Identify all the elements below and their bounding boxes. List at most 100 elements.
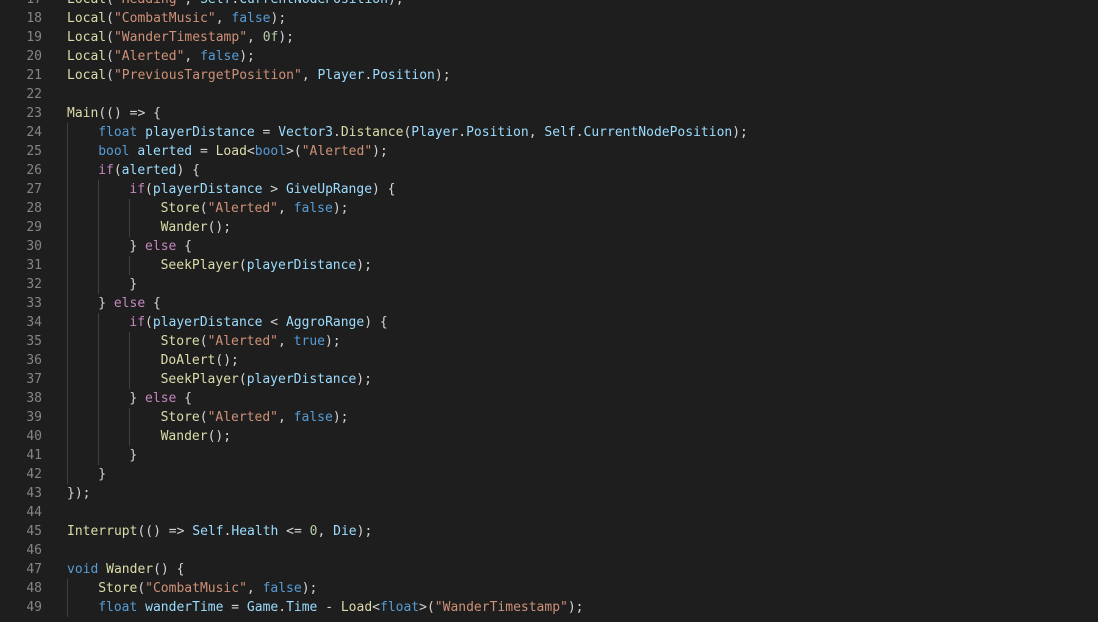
code-token: . xyxy=(458,125,467,140)
code-token: false xyxy=(293,201,333,216)
code-line[interactable]: 18 Local("CombatMusic", false); xyxy=(0,9,1098,28)
code-token: . xyxy=(333,125,341,140)
code-line[interactable]: 34 if(playerDistance < AggroRange) { xyxy=(0,313,1098,332)
code-token: "WanderTimestamp" xyxy=(434,600,568,615)
code-line[interactable]: 40 Wander(); xyxy=(0,427,1098,446)
code-token: ( xyxy=(238,258,247,273)
indent-guide xyxy=(98,446,100,465)
code-token: = xyxy=(223,600,247,615)
code-token: , xyxy=(317,524,334,539)
code-text: if(playerDistance < AggroRange) { xyxy=(129,313,387,332)
code-token: (() => { xyxy=(98,106,161,121)
code-line[interactable]: 21 Local("PreviousTargetPosition", Player… xyxy=(0,66,1098,85)
code-token: Store xyxy=(160,201,200,216)
code-line[interactable]: 29 Wander(); xyxy=(0,218,1098,237)
code-line[interactable]: 48 Store("CombatMusic", false); xyxy=(0,579,1098,598)
code-line[interactable]: 26 if(alerted) { xyxy=(0,161,1098,180)
code-line[interactable]: 42} xyxy=(0,465,1098,484)
code-line[interactable]: 37 SeekPlayer(playerDistance); xyxy=(0,370,1098,389)
code-token: , xyxy=(278,334,294,349)
code-token: ) { xyxy=(364,315,388,330)
indent-guide xyxy=(98,237,100,256)
code-line[interactable]: 20 Local("Alerted", false); xyxy=(0,47,1098,66)
code-token: ); xyxy=(356,524,373,539)
code-token: SeekPlayer xyxy=(160,372,239,387)
code-line[interactable]: 46 xyxy=(0,541,1098,560)
code-token: ( xyxy=(106,49,114,64)
code-token: } xyxy=(129,448,138,463)
code-token: Load xyxy=(215,144,247,159)
line-number: 39 xyxy=(26,410,42,425)
line-number: 36 xyxy=(26,353,42,368)
code-line[interactable]: 44 xyxy=(0,503,1098,522)
code-text: bool alerted = Load<bool>("Alerted"); xyxy=(98,142,388,161)
line-number: 45 xyxy=(26,524,42,539)
code-token: false xyxy=(231,11,271,26)
indent-guide xyxy=(98,427,100,446)
code-line[interactable]: 22 xyxy=(0,85,1098,104)
code-token: CurrentNodePosition xyxy=(583,125,733,140)
indent-guide xyxy=(67,199,68,218)
code-token: ( xyxy=(106,11,114,26)
code-token: { xyxy=(176,239,193,254)
code-line[interactable]: 27 if(playerDistance > GiveUpRange) { xyxy=(0,180,1098,199)
line-number: 18 xyxy=(26,11,42,26)
code-text: float playerDistance = Vector3.Distance(… xyxy=(98,123,748,142)
code-token: bool xyxy=(254,144,287,159)
code-line[interactable]: 23 Main(() => { xyxy=(0,104,1098,123)
code-token: , xyxy=(184,0,200,7)
code-line[interactable]: 19 Local("WanderTimestamp", 0f); xyxy=(0,28,1098,47)
code-token: , xyxy=(247,30,263,45)
code-token: ); xyxy=(239,49,255,64)
code-token: < xyxy=(262,315,286,330)
indent-guide xyxy=(98,275,100,294)
code-text: DoAlert(); xyxy=(161,351,239,370)
code-token: Self xyxy=(544,125,576,140)
line-number: 19 xyxy=(26,30,42,45)
code-line[interactable]: 36 DoAlert(); xyxy=(0,351,1098,370)
code-editor[interactable]: 17Local("Heading", Self.CurrentNodePosit… xyxy=(0,0,1098,622)
line-number: 42 xyxy=(26,467,42,482)
code-text: } xyxy=(98,465,106,484)
code-token: ); xyxy=(356,372,372,387)
code-token: bool xyxy=(98,144,130,159)
code-text: Main(() => { xyxy=(67,104,161,123)
code-token: "Heading" xyxy=(114,0,184,7)
code-line[interactable]: 31 SeekPlayer(playerDistance); xyxy=(0,256,1098,275)
code-token: ( xyxy=(106,0,114,7)
code-line[interactable]: 25 bool alerted = Load<bool>("Alerted"); xyxy=(0,142,1098,161)
code-line[interactable]: 41} xyxy=(0,446,1098,465)
code-token: Position xyxy=(372,68,435,83)
code-token: Game xyxy=(246,600,279,615)
code-line[interactable]: 39 Store("Alerted", false); xyxy=(0,408,1098,427)
code-line[interactable]: 47 void Wander() { xyxy=(0,560,1098,579)
code-token: CurrentNodePosition xyxy=(239,0,388,7)
code-token: Local xyxy=(67,68,107,83)
code-line[interactable]: 30} else { xyxy=(0,237,1098,256)
indent-guide xyxy=(67,180,68,199)
code-line[interactable]: 43}); xyxy=(0,484,1098,503)
code-text: } xyxy=(129,275,137,294)
code-token: false xyxy=(293,410,333,425)
code-line[interactable]: 28 Store("Alerted", false); xyxy=(0,199,1098,218)
line-number: 47 xyxy=(26,562,42,577)
code-line[interactable]: 45 Interrupt(() => Self.Health <= 0, Die)… xyxy=(0,522,1098,541)
code-token: ); xyxy=(301,581,318,596)
code-token: { xyxy=(145,296,161,311)
code-token: { xyxy=(176,391,193,406)
code-token: - xyxy=(317,600,341,615)
code-line[interactable]: 49 float wanderTime = Game.Time - Load<fl… xyxy=(0,598,1098,617)
code-token: ); xyxy=(332,201,349,216)
code-token: else xyxy=(113,296,146,311)
code-text: Store("Alerted", false); xyxy=(161,199,349,218)
code-line[interactable]: 38} else { xyxy=(0,389,1098,408)
code-line[interactable]: 24 float playerDistance = Vector3.Distanc… xyxy=(0,123,1098,142)
code-line[interactable]: 33} else { xyxy=(0,294,1098,313)
code-line[interactable]: 17 Local("Heading", Self.CurrentNodePosit… xyxy=(0,0,1098,9)
code-line[interactable]: 32} xyxy=(0,275,1098,294)
code-token: Self xyxy=(200,0,231,7)
code-line[interactable]: 35 Store("Alerted", true); xyxy=(0,332,1098,351)
code-token: < xyxy=(246,144,255,159)
code-text: Local("Heading", Self.CurrentNodePositio… xyxy=(67,0,404,9)
